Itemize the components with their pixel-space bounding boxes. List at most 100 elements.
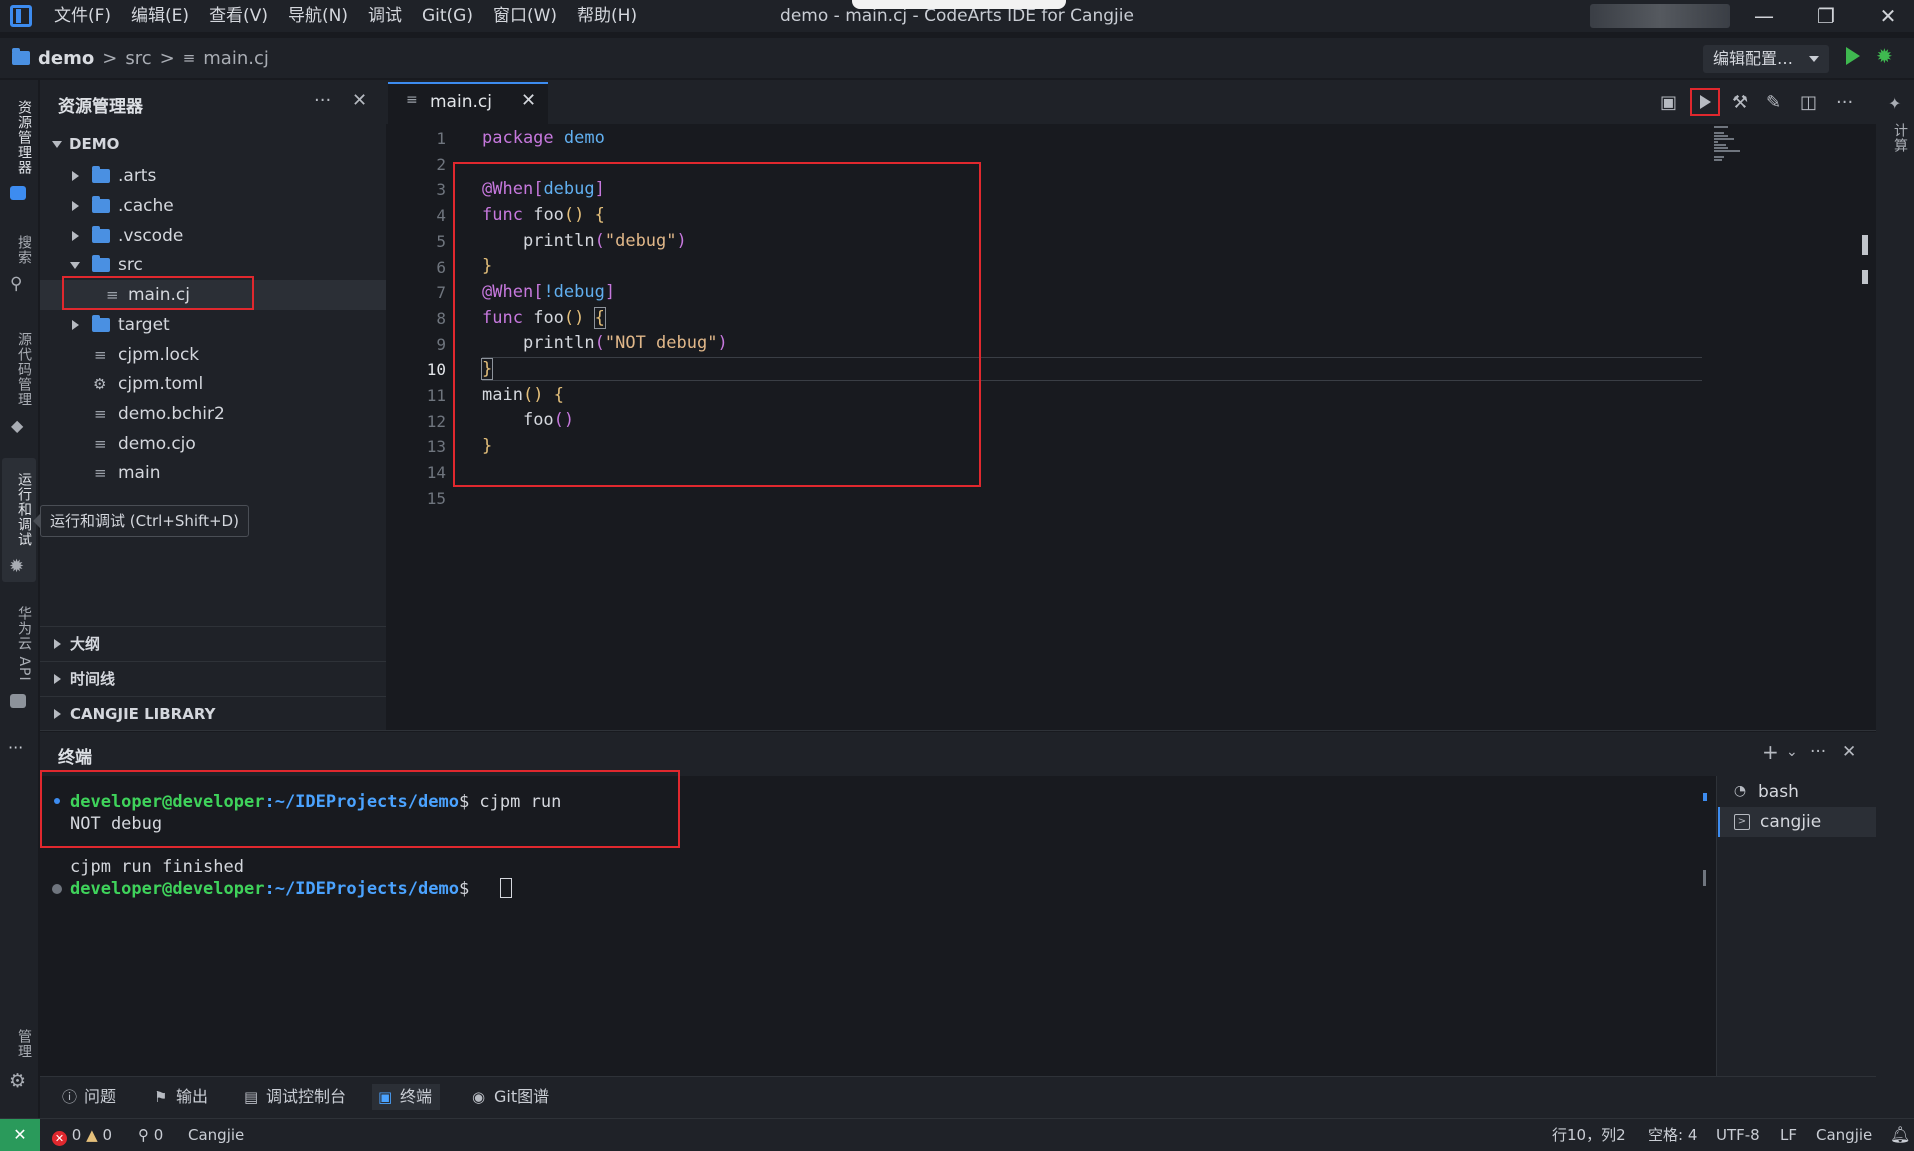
cursor-position[interactable]: 行10，列2 [1552, 1119, 1626, 1151]
account-area[interactable] [1590, 4, 1730, 28]
chevron-right-icon [72, 320, 79, 330]
editor-scrollbar[interactable] [1862, 235, 1868, 255]
close-icon[interactable]: ✕ [352, 90, 367, 111]
menu-git[interactable]: Git(G) [412, 0, 483, 32]
more-actions-icon[interactable]: ··· [1836, 92, 1853, 113]
activity-manage[interactable]: 管理 [4, 1024, 34, 1064]
tree-root[interactable]: DEMO [40, 129, 386, 159]
menu-debug[interactable]: 调试 [358, 0, 412, 32]
more-actions-icon[interactable]: ··· [314, 90, 331, 111]
menu-help[interactable]: 帮助(H) [567, 0, 647, 32]
tree-item-main[interactable]: ≡ main [40, 458, 386, 488]
panel-tab-output[interactable]: ⚑ 输出 [148, 1084, 208, 1110]
puzzle-icon[interactable]: ✦ [1888, 94, 1901, 113]
tree-item-demo-bchir2[interactable]: ≡ demo.bchir2 [40, 399, 386, 429]
terminal-tab-cangjie[interactable]: > cangjie [1718, 807, 1876, 837]
minimap[interactable] [1714, 126, 1754, 166]
language-mode[interactable]: Cangjie [1816, 1119, 1872, 1151]
close-window-button[interactable]: ✕ [1862, 0, 1914, 32]
api-icon[interactable] [10, 694, 26, 708]
panel-tab-problems[interactable]: ⓘ 问题 [56, 1084, 116, 1110]
line-number: 12 [426, 411, 446, 431]
close-icon[interactable]: ✕ [521, 90, 536, 111]
restore-button[interactable]: ❐ [1800, 0, 1852, 32]
explorer-icon[interactable] [10, 186, 26, 200]
menu-edit[interactable]: 编辑(E) [121, 0, 199, 32]
tree-item-cache[interactable]: .cache [40, 191, 386, 221]
gear-icon[interactable]: ⚙ [9, 1070, 26, 1092]
chevron-down-icon [52, 141, 62, 148]
split-editor-icon[interactable]: ◫ [1800, 92, 1817, 113]
tree-item-cjpm-toml[interactable]: ⚙ cjpm.toml [40, 369, 386, 399]
problems-status[interactable]: ✕ 0 ▲ 0 [52, 1119, 112, 1151]
menu-navigate[interactable]: 导航(N) [278, 0, 358, 32]
activity-explorer[interactable]: 资源管理器 [4, 92, 34, 182]
search-icon[interactable]: ⚲ [10, 274, 22, 294]
section-cangjie-library[interactable]: CANGJIE LIBRARY [40, 696, 386, 730]
flag-icon: ⚑ [154, 1088, 168, 1106]
indentation-status[interactable]: 空格: 4 [1648, 1119, 1697, 1151]
menu-window[interactable]: 窗口(W) [483, 0, 567, 32]
minimize-button[interactable]: — [1738, 0, 1790, 32]
activity-search[interactable]: 搜索 [4, 230, 34, 270]
section-outline[interactable]: 大纲 [40, 626, 386, 660]
bell-icon[interactable]: 🔔︎ [1890, 1119, 1910, 1151]
tree-item-vscode[interactable]: .vscode [40, 221, 386, 251]
tree-item-label: main [118, 463, 161, 483]
tab-label[interactable]: main.cj [430, 92, 492, 112]
tree-item-cjpm-lock[interactable]: ≡ cjpm.lock [40, 340, 386, 370]
terminal-line-4[interactable]: developer@developer:~/IDEProjects/demo$ [70, 878, 479, 900]
terminal-scrollbar[interactable] [1703, 870, 1706, 886]
play-icon[interactable] [1846, 47, 1860, 65]
code-line-1[interactable]: package demo [482, 126, 605, 152]
tree-item-label: .vscode [118, 226, 184, 246]
source-control-icon[interactable]: ◆ [11, 416, 23, 435]
activity-run-debug[interactable]: 运行和调试 [4, 464, 34, 554]
selection-highlight-box [62, 276, 254, 310]
menu-file[interactable]: 文件(F) [44, 0, 121, 32]
terminal-tab-bash[interactable]: ◔ bash [1718, 777, 1876, 807]
line-number: 8 [436, 308, 446, 328]
ports-status[interactable]: ⚲ 0 [138, 1119, 163, 1151]
bug-icon[interactable]: ✹ [1876, 46, 1893, 66]
breadcrumb-folder[interactable]: src [125, 48, 151, 69]
eol-status[interactable]: LF [1780, 1119, 1797, 1151]
bug-icon[interactable]: ✹ [9, 556, 24, 577]
more-views-icon[interactable]: ··· [8, 738, 23, 757]
encoding-status[interactable]: UTF-8 [1716, 1119, 1760, 1151]
folder-icon [92, 166, 110, 183]
line-number: 3 [436, 180, 446, 200]
more-actions-icon[interactable]: ··· [1810, 742, 1826, 762]
remote-button[interactable]: ✕ [0, 1119, 40, 1151]
tree-item-demo-cjo[interactable]: ≡ demo.cjo [40, 429, 386, 459]
add-terminal-icon[interactable]: + [1762, 740, 1779, 764]
menu-bar: 文件(F) 编辑(E) 查看(V) 导航(N) 调试 Git(G) 窗口(W) … [44, 0, 647, 32]
panel-tab-terminal[interactable]: ▣ 终端 [372, 1084, 441, 1110]
menu-view[interactable]: 查看(V) [199, 0, 278, 32]
panel-tab-debug-console[interactable]: ▤ 调试控制台 [238, 1084, 346, 1110]
activity-huawei-api[interactable]: 华为云 API [4, 604, 34, 684]
right-strip-label[interactable]: 计算 [1880, 118, 1910, 158]
close-icon[interactable]: ✕ [1842, 742, 1856, 762]
chevron-down-icon[interactable]: ⌄ [1786, 744, 1798, 760]
run-config-select[interactable]: 编辑配置… [1703, 45, 1829, 73]
folder-icon [12, 48, 30, 65]
tree-item-arts[interactable]: .arts [40, 161, 386, 191]
folder-open-icon [92, 255, 110, 272]
hammer-icon[interactable]: ⚒ [1732, 92, 1748, 113]
breadcrumb-file[interactable]: main.cj [203, 48, 269, 69]
tree-item-target[interactable]: target [40, 310, 386, 340]
line-number: 6 [436, 257, 446, 277]
breadcrumb-project[interactable]: demo [38, 48, 94, 69]
error-icon: ✕ [52, 1131, 67, 1146]
secondary-side-bar [1876, 80, 1914, 1118]
preview-icon[interactable]: ▣ [1660, 92, 1677, 113]
section-timeline[interactable]: 时间线 [40, 661, 386, 695]
language-status-left[interactable]: Cangjie [188, 1119, 244, 1151]
run-file-button[interactable] [1690, 88, 1720, 116]
terminal-icon: ▣ [378, 1088, 393, 1106]
panel-tab-git-graph[interactable]: ◉ Git图谱 [466, 1084, 549, 1110]
activity-scm[interactable]: 源代码管理 [4, 324, 34, 414]
pencil-icon[interactable]: ✎ [1766, 92, 1781, 113]
terminal-icon: > [1734, 814, 1750, 830]
